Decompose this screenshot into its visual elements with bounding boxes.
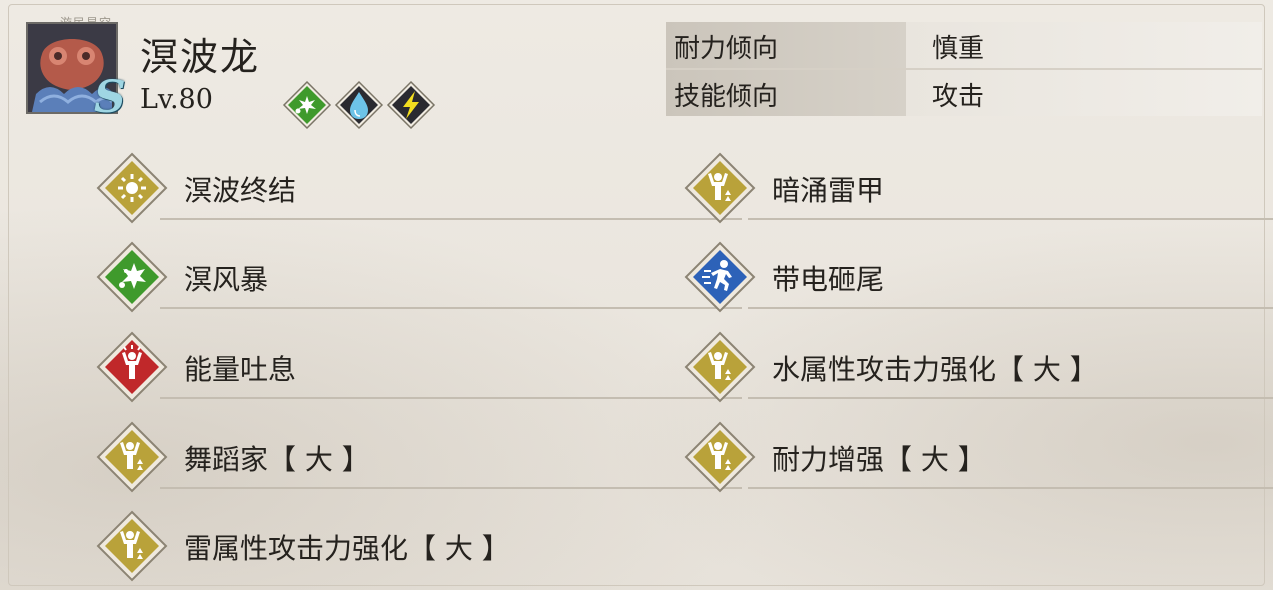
stat-row-skill: 技能倾向 攻击 xyxy=(666,70,1262,116)
rank-badge: S xyxy=(94,72,126,123)
element-icons xyxy=(282,80,436,130)
skill-name: 带电砸尾 xyxy=(772,263,885,296)
power-figure-icon xyxy=(96,331,168,403)
buff-figure-icon xyxy=(96,421,168,493)
water-drop-icon xyxy=(334,80,384,130)
skill-name: 溟风暴 xyxy=(184,263,269,296)
running-figure-icon xyxy=(684,241,756,313)
divider xyxy=(748,307,1273,309)
stat-label: 技能倾向 xyxy=(674,82,779,112)
skill-name: 暗涌雷甲 xyxy=(772,174,885,207)
monster-name: 溟波龙 xyxy=(140,35,261,79)
divider xyxy=(160,307,742,309)
divider xyxy=(160,487,742,489)
stat-label: 耐力倾向 xyxy=(674,34,779,64)
thunder-icon xyxy=(386,80,436,130)
divider xyxy=(748,487,1273,489)
buff-figure-icon xyxy=(684,152,756,224)
skill-name: 舞蹈家【 大 】 xyxy=(184,443,370,476)
stat-value: 慎重 xyxy=(932,34,985,64)
buff-figure-icon xyxy=(96,510,168,582)
stats-panel: 耐力倾向 慎重 技能倾向 攻击 xyxy=(666,22,1262,118)
skill-name: 雷属性攻击力强化【 大 】 xyxy=(184,532,510,565)
buff-figure-icon xyxy=(684,421,756,493)
divider xyxy=(748,218,1273,220)
divider xyxy=(748,397,1273,399)
stat-value: 攻击 xyxy=(932,82,985,112)
buff-figure-icon xyxy=(684,331,756,403)
skill-name: 能量吐息 xyxy=(184,353,297,386)
skill-name: 溟波终结 xyxy=(184,174,297,207)
sunburst-icon xyxy=(96,152,168,224)
wind-burst-icon xyxy=(96,241,168,313)
divider xyxy=(160,397,742,399)
skill-name: 水属性攻击力强化【 大 】 xyxy=(772,353,1098,386)
skill-name: 耐力增强【 大 】 xyxy=(772,443,986,476)
divider xyxy=(160,218,742,220)
stat-row-stamina: 耐力倾向 慎重 xyxy=(666,22,1262,70)
monster-level: Lv.80 xyxy=(140,84,213,115)
wind-burst-icon xyxy=(282,80,332,130)
